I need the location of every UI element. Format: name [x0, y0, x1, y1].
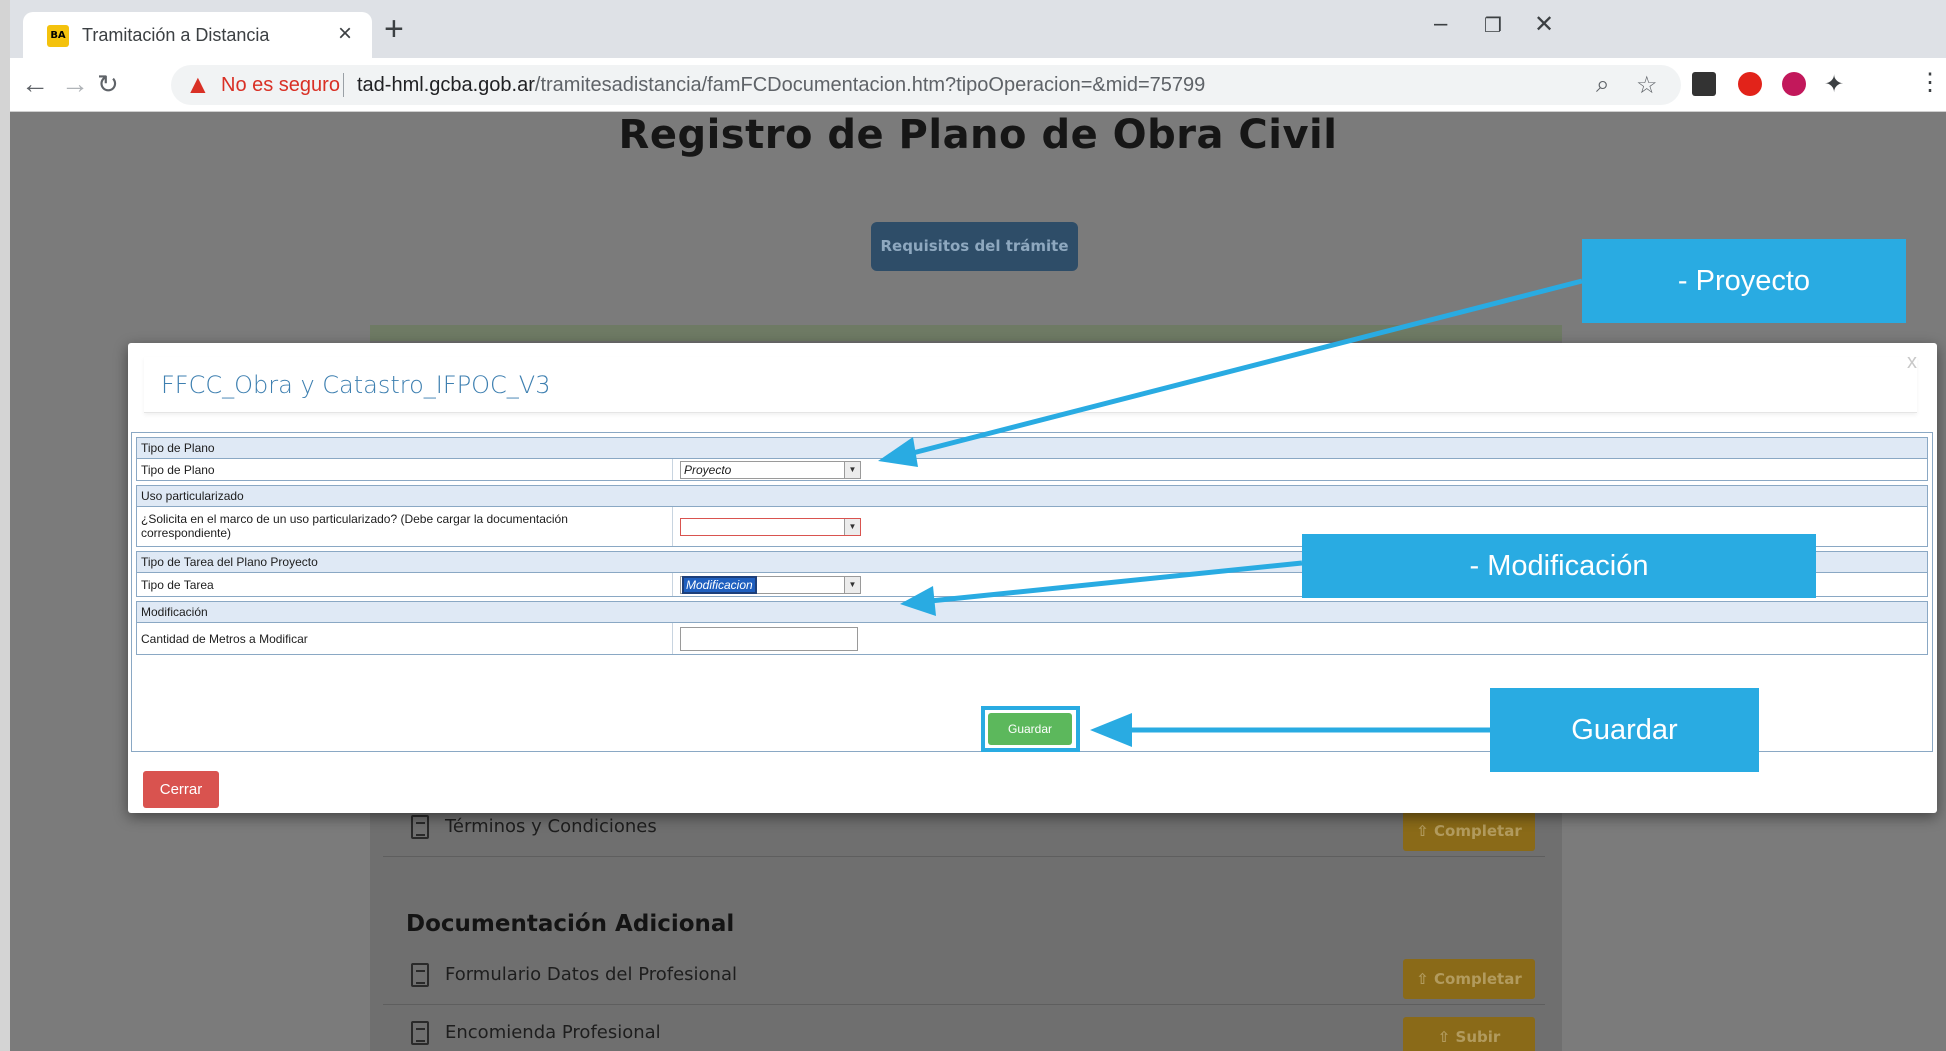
annotation-arrows: [878, 278, 1583, 747]
callout-guardar: Guardar: [1490, 688, 1759, 772]
callout-proyecto: - Proyecto: [1582, 239, 1906, 323]
arrow-line-proyecto: [904, 278, 1583, 458]
arrow-line-modificacion: [929, 560, 1303, 604]
arrow-head-modificacion: [900, 586, 936, 616]
arrow-head-guardar: [1090, 713, 1132, 747]
arrow-head-proyecto: [878, 437, 918, 467]
callout-modificacion: - Modificación: [1302, 534, 1816, 598]
